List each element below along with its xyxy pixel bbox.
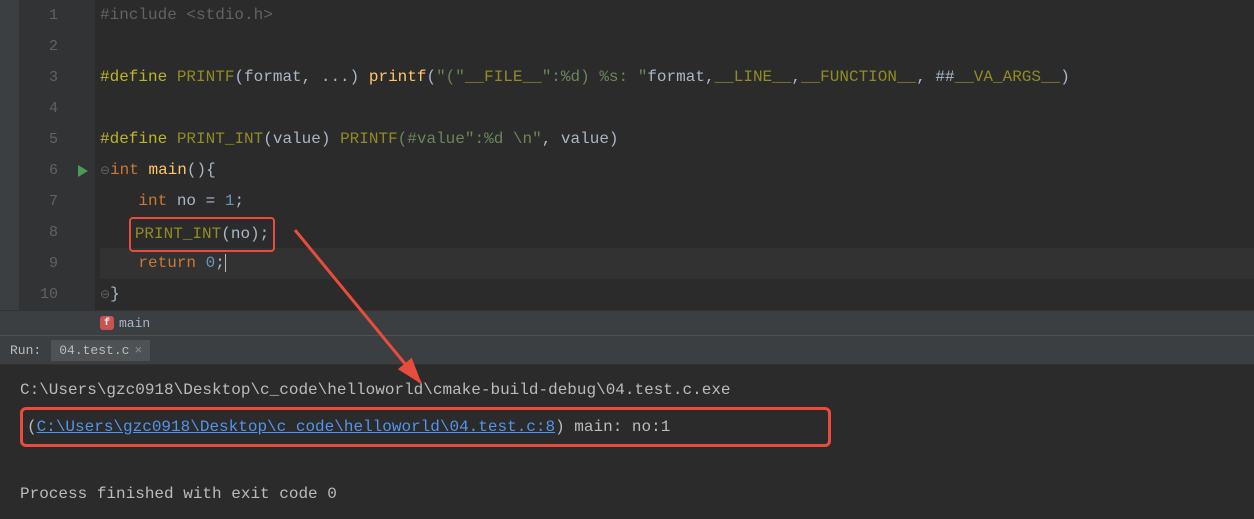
- run-toolbar: Run: 04.test.c ×: [0, 335, 1254, 365]
- gutter-icons: [70, 0, 95, 310]
- left-sidebar: [0, 0, 20, 310]
- fold-icon[interactable]: ⊖: [100, 164, 110, 178]
- code-line: ⊖int main(){: [100, 155, 1254, 186]
- function-icon: f: [100, 316, 114, 330]
- editor-area: 1 2 3 4 5 6 7 8 9 10 #include <stdio.h> …: [0, 0, 1254, 310]
- code-line-current: return 0;: [100, 248, 1254, 279]
- play-icon: [78, 165, 88, 177]
- console-line: C:\Users\gzc0918\Desktop\c_code\hellowor…: [20, 375, 1234, 405]
- console-line: (C:\Users\gzc0918\Desktop\c_code\hellowo…: [27, 418, 824, 436]
- close-icon[interactable]: ×: [134, 343, 142, 358]
- line-number[interactable]: 1: [20, 0, 58, 31]
- code-line: #include <stdio.h>: [100, 0, 1254, 31]
- line-number[interactable]: 5: [20, 124, 58, 155]
- highlight-box: (C:\Users\gzc0918\Desktop\c_code\hellowo…: [20, 407, 831, 447]
- line-number[interactable]: 4: [20, 93, 58, 124]
- line-number[interactable]: 10: [20, 279, 58, 310]
- code-line: [100, 31, 1254, 62]
- code-editor[interactable]: #include <stdio.h> #define PRINTF(format…: [95, 0, 1254, 310]
- line-number[interactable]: 8: [20, 217, 58, 248]
- code-line: ⊖}: [100, 279, 1254, 310]
- text-cursor: [225, 254, 226, 272]
- code-line: #define PRINTF(format, ...) printf("("__…: [100, 62, 1254, 93]
- file-link[interactable]: C:\Users\gzc0918\Desktop\c_code\hellowor…: [37, 418, 555, 436]
- fold-icon[interactable]: ⊖: [100, 288, 110, 302]
- line-number[interactable]: 2: [20, 31, 58, 62]
- run-tab-name: 04.test.c: [59, 343, 129, 358]
- run-label: Run:: [10, 343, 41, 358]
- console-line: [20, 449, 1234, 479]
- line-number[interactable]: 7: [20, 186, 58, 217]
- run-tab[interactable]: 04.test.c ×: [51, 340, 150, 361]
- line-number[interactable]: 6: [20, 155, 58, 186]
- code-line: PRINT_INT(no);: [100, 217, 1254, 248]
- highlight-box: PRINT_INT(no);: [129, 217, 275, 252]
- code-line: int no = 1;: [100, 186, 1254, 217]
- breadcrumb-item[interactable]: main: [119, 316, 150, 331]
- code-line: #define PRINT_INT(value) PRINTF(#value":…: [100, 124, 1254, 155]
- code-line: [100, 93, 1254, 124]
- breadcrumb-bar: f main: [0, 310, 1254, 335]
- line-number[interactable]: 3: [20, 62, 58, 93]
- run-gutter-icon[interactable]: [70, 155, 95, 186]
- line-number[interactable]: 9: [20, 248, 58, 279]
- console-line: Process finished with exit code 0: [20, 479, 1234, 509]
- line-number-gutter: 1 2 3 4 5 6 7 8 9 10: [20, 0, 70, 310]
- console-output[interactable]: C:\Users\gzc0918\Desktop\c_code\hellowor…: [0, 365, 1254, 519]
